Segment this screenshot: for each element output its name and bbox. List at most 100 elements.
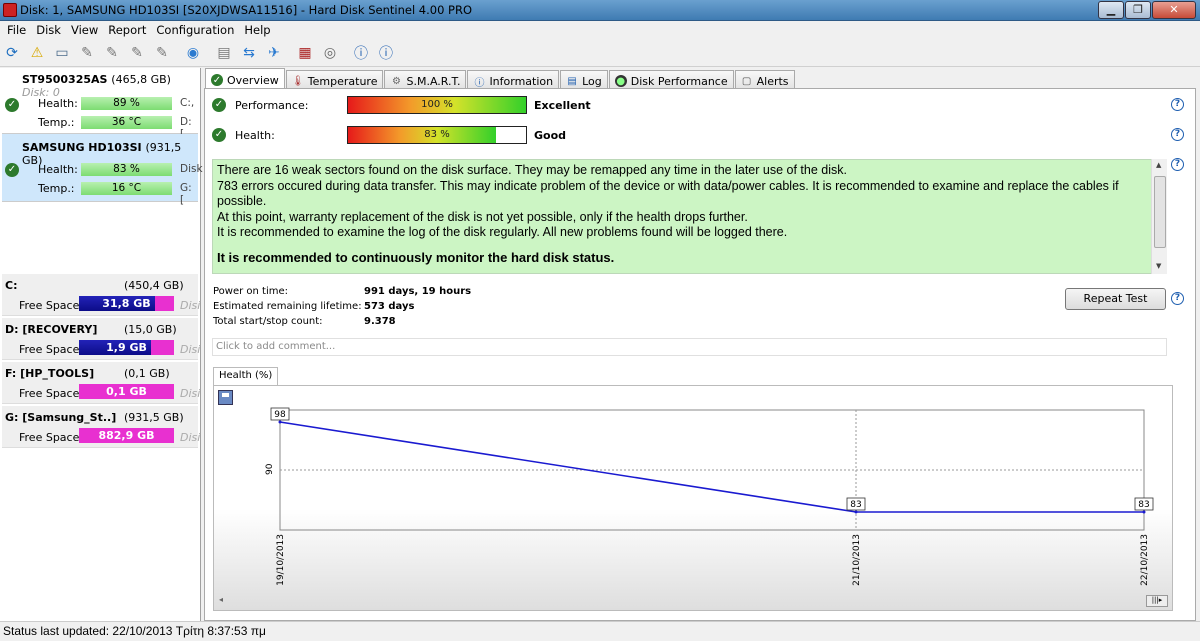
scroll-left-icon[interactable]: ◂ (219, 595, 223, 604)
help-icon[interactable]: ? (1171, 292, 1184, 305)
message-scrollbar[interactable]: ▲ ▼ (1151, 159, 1167, 274)
tab-alerts[interactable]: ▢ Alerts (734, 70, 795, 89)
globe-icon[interactable]: ◉ (183, 43, 203, 63)
scroll-grip-icon[interactable]: |||▸ (1146, 595, 1168, 607)
scroll-thumb[interactable] (1154, 176, 1166, 248)
tab-log[interactable]: ▤ Log (560, 70, 608, 89)
comment-input[interactable]: Click to add comment... (212, 338, 1167, 356)
free-space-label: Free Space (19, 431, 80, 444)
wrench-icon[interactable]: ✎ (77, 43, 97, 63)
close-button[interactable]: ✕ (1152, 1, 1196, 19)
tab-overview[interactable]: ✓ Overview (205, 68, 285, 89)
lifetime-value: 573 days (364, 301, 415, 312)
check-icon: ✓ (212, 98, 226, 112)
log-icon: ▤ (567, 75, 577, 87)
recommendation: It is recommended to continuously monito… (217, 249, 615, 265)
health-bar: 89 % (81, 97, 172, 110)
chart-icon[interactable]: ▦ (295, 43, 315, 63)
partition-item-f[interactable]: F: [HP_TOOLS] (0,1 GB) Free Space 0,1 GB… (2, 362, 200, 404)
y-tick-label: 90 (265, 463, 275, 475)
data-label: 83 (1138, 500, 1149, 510)
performance-icon: ● (614, 75, 627, 87)
repeat-test-button[interactable]: Repeat Test (1065, 288, 1166, 310)
health-label: Health: (235, 129, 275, 142)
tab-bar: ✓ Overview 🌡 Temperature ⚙ S.M.A.R.T. ⓘ Info… (205, 68, 796, 89)
temp-label: Temp.: (38, 182, 75, 195)
free-space-bar: 1,9 GB (79, 340, 174, 355)
x-tick-label: 21/10/2013 (852, 534, 862, 586)
status-bar: Status last updated: 22/10/2013 Τρίτη 8:… (0, 621, 1200, 641)
menu-help[interactable]: Help (239, 21, 275, 40)
tab-information[interactable]: ⓘ Information (467, 70, 560, 89)
x-tick-label: 19/10/2013 (276, 534, 286, 586)
toolbar: ⟳ ⚠ ▭ ✎ ✎ ✎ ✎ ◉ ▤ ⇆ ✈ ▦ ◎ ⓘ ⓘ (0, 40, 1200, 67)
disk-list-panel: ST9500325AS (465,8 GB) Disk: 0 ✓ Health:… (0, 68, 203, 621)
free-space-bar: 31,8 GB (79, 296, 174, 311)
menu-report[interactable]: Report (103, 21, 151, 40)
app-icon (3, 3, 17, 17)
tab-temperature[interactable]: 🌡 Temperature (285, 70, 384, 89)
scroll-down-icon[interactable]: ▼ (1156, 262, 1161, 270)
power-on-label: Power on time: (213, 286, 289, 297)
health-chart: 90 98 19/10/2013 83 21/10/2013 83 22/10/2013 ◂… (213, 385, 1173, 611)
temp-bar: 16 °C (81, 182, 172, 195)
health-label: Health: (38, 97, 78, 110)
menu-configuration[interactable]: Configuration (151, 21, 239, 40)
sync-icon[interactable]: ⇆ (239, 43, 259, 63)
temp-bar: 36 °C (81, 116, 172, 129)
drive-icon[interactable]: ▭ (52, 43, 72, 63)
maximize-button[interactable]: ❐ (1125, 1, 1151, 19)
scroll-up-icon[interactable]: ▲ (1156, 161, 1161, 169)
help-icon[interactable]: ? (1171, 128, 1184, 141)
tab-health-chart[interactable]: Health (%) (213, 367, 279, 386)
warning-icon[interactable]: ⚠ (27, 43, 47, 63)
health-line-chart: 90 98 19/10/2013 83 21/10/2013 83 22/10/2013 (265, 407, 1154, 586)
report-icon[interactable]: ▤ (214, 43, 234, 63)
free-space-label: Free Space (19, 387, 80, 400)
menu-bar: File Disk View Report Configuration Help (0, 21, 1200, 40)
drive-letters: Disk (180, 163, 203, 175)
help-icon[interactable]: ? (1171, 158, 1184, 171)
about-icon[interactable]: ⓘ (376, 43, 396, 63)
message-line: At this point, warranty replacement of t… (217, 209, 748, 224)
partition-item-d[interactable]: D: [RECOVERY] (15,0 GB) Free Space 1,9 G… (2, 318, 200, 360)
free-space-bar: 882,9 GB (79, 428, 174, 443)
partition-item-g[interactable]: G: [Samsung_St..] (931,5 GB) Free Space … (2, 406, 200, 448)
message-line: 783 errors occured during data transfer.… (217, 178, 1119, 209)
send-icon[interactable]: ✈ (264, 43, 284, 63)
disk-platter-icon[interactable]: ◎ (320, 43, 340, 63)
power-on-value: 991 days, 19 hours (364, 286, 472, 297)
drive-letters: C:, (180, 97, 195, 109)
x-tick-label: 22/10/2013 (1140, 534, 1150, 586)
tool-icon[interactable]: ✎ (102, 43, 122, 63)
free-space-label: Free Space (19, 299, 80, 312)
drive-letters: G: [ (180, 182, 192, 206)
disk-item-0[interactable]: ST9500325AS (465,8 GB) Disk: 0 ✓ Health:… (2, 68, 198, 140)
health-bar: 83 % (347, 126, 527, 144)
title-bar: Disk: 1, SAMSUNG HD103SI [S20XJDWSA11516… (0, 0, 1200, 21)
health-label: Health: (38, 163, 78, 176)
menu-file[interactable]: File (2, 21, 31, 40)
tab-smart[interactable]: ⚙ S.M.A.R.T. (384, 70, 467, 89)
menu-view[interactable]: View (66, 21, 103, 40)
message-line: There are 16 weak sectors found on the d… (217, 163, 847, 177)
help-icon[interactable]: ⓘ (351, 43, 371, 63)
test-icon[interactable]: ✎ (127, 43, 147, 63)
chart-scrollbar[interactable]: ◂ |||▸ (216, 595, 1171, 608)
disk-item-1[interactable]: SAMSUNG HD103SI (931,5 GB) ✓ Health: 83 … (2, 134, 203, 206)
performance-verdict: Excellent (534, 99, 591, 112)
settings-tool-icon[interactable]: ✎ (152, 43, 172, 63)
check-icon: ✓ (211, 74, 223, 86)
startstop-value: 9.378 (364, 316, 396, 327)
alerts-icon: ▢ (741, 75, 752, 87)
performance-label: Performance: (235, 99, 309, 112)
help-icon[interactable]: ? (1171, 98, 1184, 111)
health-verdict: Good (534, 129, 567, 142)
health-series-line (279, 421, 1144, 513)
tab-disk-performance[interactable]: ● Disk Performance (608, 70, 734, 89)
refresh-icon[interactable]: ⟳ (2, 43, 22, 63)
partition-item-c[interactable]: C: (450,4 GB) Free Space 31,8 GB Disi (2, 274, 200, 316)
menu-disk[interactable]: Disk (31, 21, 66, 40)
temp-label: Temp.: (38, 116, 75, 129)
minimize-button[interactable]: ▁ (1098, 1, 1124, 19)
